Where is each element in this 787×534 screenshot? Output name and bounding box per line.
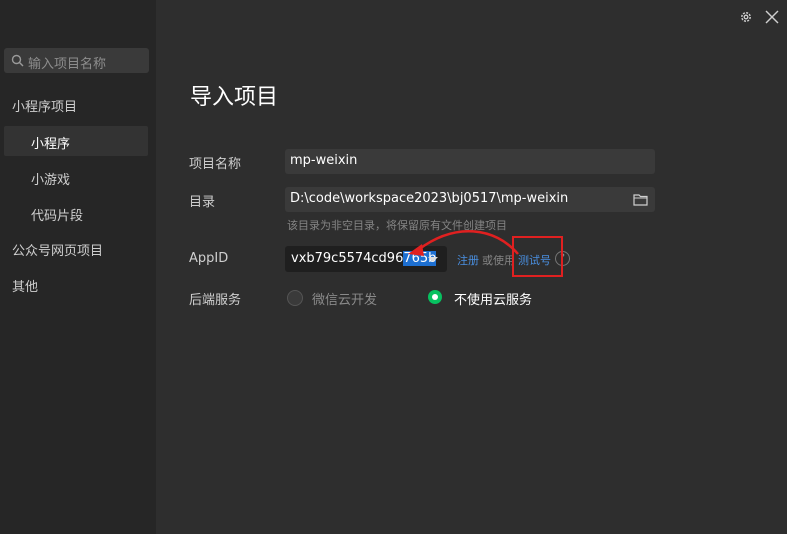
search-placeholder: 输入项目名称 (28, 57, 107, 72)
sidebar-item-other[interactable]: 其他 (12, 276, 38, 295)
directory-input[interactable]: D:\code\workspace2023\bj0517\mp-weixin (285, 187, 655, 212)
directory-value: D:\code\workspace2023\bj0517\mp-weixin (290, 191, 569, 206)
appid-label: AppID (189, 251, 229, 266)
project-name-input[interactable]: mp-weixin (285, 149, 655, 174)
annotation-highlight-box (512, 236, 563, 277)
directory-label: 目录 (189, 195, 216, 210)
option-no-cloud-label: 不使用云服务 (454, 293, 533, 308)
appid-value-prefix: vxb79c5574cd96 (291, 251, 404, 266)
sidebar-item-official-account-web[interactable]: 公众号网页项目 (12, 240, 103, 259)
radio-wechat-cloud[interactable] (287, 290, 303, 306)
backend-service-label: 后端服务 (189, 293, 242, 308)
sidebar: 输入项目名称 小程序项目 小程序 小游戏 代码片段 公众号网页项目 其他 (0, 0, 156, 534)
sidebar-item-code-snippet[interactable]: 代码片段 (31, 205, 83, 224)
project-name-value: mp-weixin (290, 153, 358, 168)
folder-icon[interactable] (633, 193, 648, 206)
sidebar-item-minigame[interactable]: 小游戏 (31, 169, 70, 188)
option-wechat-cloud-label: 微信云开发 (312, 293, 378, 308)
search-box[interactable]: 输入项目名称 (4, 48, 149, 73)
annotation-arrow (408, 230, 519, 256)
sidebar-item-active-bg (4, 126, 148, 156)
sidebar-item-miniprogram[interactable]: 小程序 (31, 133, 70, 152)
gear-icon[interactable] (739, 10, 753, 24)
radio-no-cloud[interactable] (428, 290, 442, 304)
search-icon (11, 54, 24, 67)
sidebar-item-miniprogram-project[interactable]: 小程序项目 (12, 96, 77, 115)
project-name-label: 项目名称 (189, 157, 242, 172)
page-title: 导入项目 (190, 85, 279, 110)
close-icon[interactable] (764, 9, 780, 25)
